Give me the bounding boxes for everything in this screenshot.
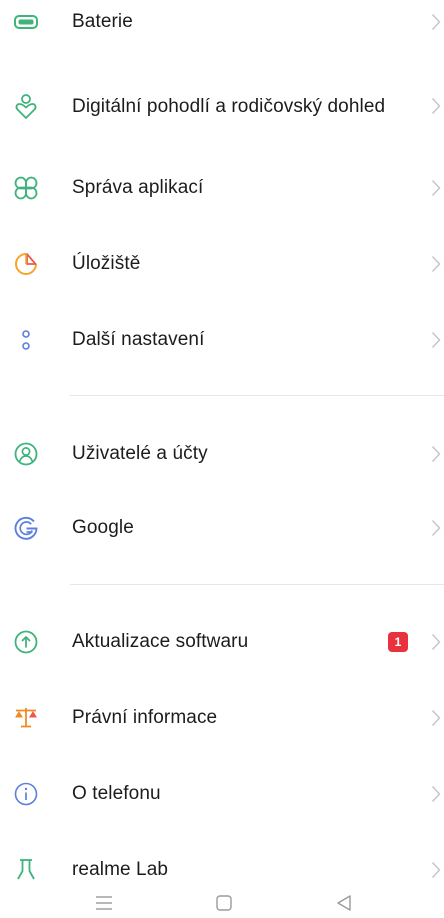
settings-item-realme-lab[interactable]: realme Lab (0, 852, 444, 888)
app-management-icon (12, 174, 40, 202)
settings-item-label: Správa aplikací (72, 177, 204, 198)
settings-item-label: realme Lab (72, 859, 169, 880)
more-settings-icon (12, 326, 40, 354)
menu-icon[interactable] (92, 892, 116, 914)
settings-item-about-phone[interactable]: O telefonu (0, 776, 444, 812)
software-update-icon (12, 628, 40, 656)
about-phone-icon (12, 780, 40, 808)
section-divider (70, 584, 444, 585)
settings-item-label: Uživatelé a účty (72, 443, 208, 464)
legal-info-icon (12, 704, 40, 732)
chevron-right-icon (428, 96, 444, 116)
chevron-right-icon (428, 330, 444, 350)
update-count-badge: 1 (388, 632, 408, 652)
settings-item-label: Digitální pohodlí a rodičovský dohled (72, 95, 386, 117)
realme-lab-icon (12, 856, 40, 884)
home-icon[interactable] (212, 892, 236, 914)
chevron-right-icon (428, 178, 444, 198)
chevron-right-icon (428, 518, 444, 538)
settings-item-battery[interactable]: Baterie (0, 4, 444, 40)
settings-item-label: Aktualizace softwaru (72, 631, 249, 652)
chevron-right-icon (428, 12, 444, 32)
chevron-right-icon (428, 254, 444, 274)
chevron-right-icon (428, 632, 444, 652)
settings-item-label: O telefonu (72, 783, 161, 804)
back-icon[interactable] (332, 892, 356, 914)
settings-item-label: Google (72, 517, 134, 538)
settings-item-software-update[interactable]: Aktualizace softwaru 1 (0, 624, 444, 660)
settings-item-more-settings[interactable]: Další nastavení (0, 322, 444, 358)
settings-item-google[interactable]: Google (0, 510, 444, 546)
chevron-right-icon (428, 860, 444, 880)
settings-item-app-management[interactable]: Správa aplikací (0, 170, 444, 206)
chevron-right-icon (428, 444, 444, 464)
users-accounts-icon (12, 440, 40, 468)
settings-item-label: Úložiště (72, 253, 141, 274)
section-divider (70, 395, 444, 396)
chevron-right-icon (428, 784, 444, 804)
storage-icon (12, 250, 40, 278)
settings-item-label: Baterie (72, 11, 133, 32)
settings-item-legal-info[interactable]: Právní informace (0, 700, 444, 736)
battery-icon (12, 8, 40, 36)
settings-item-digital-wellbeing[interactable]: Digitální pohodlí a rodičovský dohled (0, 74, 444, 138)
settings-item-label: Právní informace (72, 707, 218, 728)
navigation-bar (0, 888, 444, 918)
google-icon (12, 514, 40, 542)
settings-item-label: Další nastavení (72, 329, 205, 350)
settings-item-storage[interactable]: Úložiště (0, 246, 444, 282)
digital-wellbeing-icon (12, 92, 40, 120)
settings-item-users-accounts[interactable]: Uživatelé a účty (0, 436, 444, 472)
chevron-right-icon (428, 708, 444, 728)
